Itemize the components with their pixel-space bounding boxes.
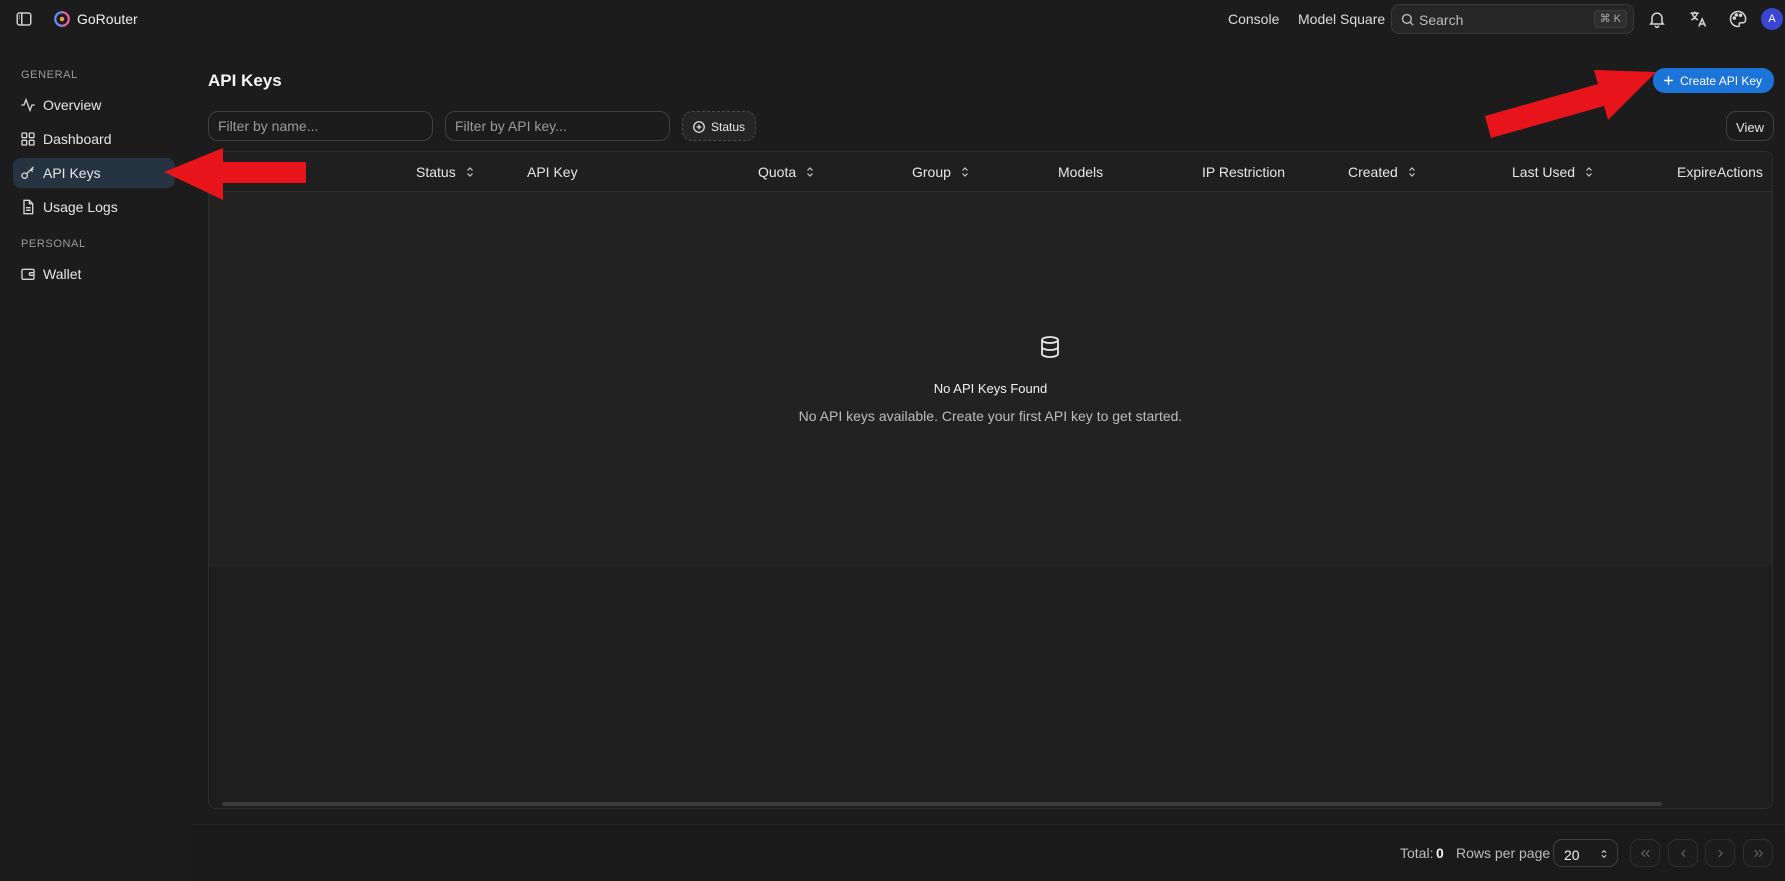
search-box[interactable]: Search ⌘ K bbox=[1391, 4, 1634, 34]
avatar[interactable]: A bbox=[1761, 8, 1783, 30]
first-page-button[interactable] bbox=[1630, 839, 1660, 867]
sidebar-toggle-icon[interactable] bbox=[15, 10, 33, 28]
key-icon bbox=[20, 165, 36, 181]
column-header-created[interactable]: Created bbox=[1348, 164, 1418, 180]
annotation-arrow-left bbox=[164, 148, 306, 200]
app-name[interactable]: GoRouter bbox=[77, 11, 138, 27]
column-header-models: Models bbox=[1058, 164, 1103, 180]
bell-icon[interactable] bbox=[1647, 9, 1667, 29]
rows-per-page-value: 20 bbox=[1564, 847, 1580, 863]
column-label: API Key bbox=[527, 164, 578, 180]
translate-icon[interactable] bbox=[1688, 9, 1708, 29]
chevron-right-icon bbox=[1718, 849, 1724, 858]
section-label-personal: PERSONAL bbox=[21, 238, 86, 250]
chevrons-right-icon bbox=[1754, 849, 1764, 858]
previous-page-button[interactable] bbox=[1668, 839, 1698, 867]
view-options-label: View bbox=[1736, 120, 1764, 135]
gorouter-logo-icon bbox=[53, 10, 71, 28]
horizontal-scrollbar[interactable] bbox=[222, 802, 1662, 806]
column-label: Expire bbox=[1677, 164, 1717, 180]
empty-state-description: No API keys available. Create your first… bbox=[798, 408, 1183, 424]
status-filter-label: Status bbox=[711, 120, 746, 134]
sort-icon bbox=[464, 166, 476, 178]
column-label: Actions bbox=[1717, 164, 1763, 180]
status-filter-button[interactable]: Status bbox=[682, 111, 756, 141]
plus-icon bbox=[1662, 74, 1675, 87]
column-header-quota[interactable]: Quota bbox=[758, 164, 816, 180]
create-api-key-button[interactable]: Create API Key bbox=[1653, 68, 1774, 93]
filter-by-api-key-input[interactable] bbox=[445, 111, 670, 141]
plus-circle-icon bbox=[692, 120, 706, 134]
sort-icon bbox=[959, 166, 971, 178]
sidebar-item-usage-logs[interactable]: Usage Logs bbox=[13, 192, 175, 222]
column-label: Group bbox=[912, 164, 951, 180]
file-text-icon bbox=[20, 199, 36, 215]
api-keys-table: Status API Key Quota Group Models IP Res… bbox=[208, 151, 1773, 809]
sidebar-item-api-keys[interactable]: API Keys bbox=[13, 158, 175, 188]
console-link[interactable]: Console bbox=[1228, 11, 1279, 27]
database-icon bbox=[1038, 335, 1062, 359]
annotation-arrow-up-right bbox=[1485, 70, 1656, 138]
chevron-left-icon bbox=[1680, 849, 1686, 858]
total-label: Total: bbox=[1400, 845, 1434, 861]
total-count: 0 bbox=[1436, 845, 1444, 861]
rows-per-page-select[interactable]: 20 bbox=[1553, 839, 1618, 867]
column-label: IP Restriction bbox=[1202, 164, 1285, 180]
column-header-api-key: API Key bbox=[527, 164, 578, 180]
column-label: Created bbox=[1348, 164, 1398, 180]
search-placeholder: Search bbox=[1419, 12, 1464, 28]
create-api-key-label: Create API Key bbox=[1680, 74, 1763, 88]
sidebar-item-label: Usage Logs bbox=[43, 199, 118, 215]
palette-icon[interactable] bbox=[1728, 9, 1748, 29]
sort-icon bbox=[1583, 166, 1595, 178]
sort-icon bbox=[1406, 166, 1418, 178]
chevrons-up-down-icon bbox=[1599, 848, 1609, 860]
wallet-icon bbox=[20, 266, 36, 282]
column-header-actions: Actions bbox=[1717, 164, 1763, 180]
filter-by-name-input[interactable] bbox=[208, 111, 433, 141]
sort-icon bbox=[804, 166, 816, 178]
column-label: Models bbox=[1058, 164, 1104, 180]
column-label: Status bbox=[416, 164, 456, 180]
column-header-group[interactable]: Group bbox=[912, 164, 971, 180]
sidebar-item-label: Dashboard bbox=[43, 131, 112, 147]
sidebar-item-overview[interactable]: Overview bbox=[13, 90, 175, 120]
column-header-expire: Expire bbox=[1677, 164, 1717, 180]
column-label: Last Used bbox=[1512, 164, 1576, 180]
empty-state-title: No API Keys Found bbox=[933, 381, 1048, 396]
column-header-ip-restriction: IP Restriction bbox=[1202, 164, 1285, 180]
next-page-button[interactable] bbox=[1705, 839, 1735, 867]
sidebar-item-label: Overview bbox=[43, 97, 102, 113]
view-options-button[interactable]: View bbox=[1726, 111, 1774, 141]
sidebar-item-label: Wallet bbox=[43, 266, 82, 282]
model-square-link[interactable]: Model Square bbox=[1298, 11, 1385, 27]
top-bar: GoRouter Console Model Square Search ⌘ K… bbox=[0, 0, 1785, 38]
activity-icon bbox=[20, 97, 36, 113]
column-header-status[interactable]: Status bbox=[416, 164, 476, 180]
search-shortcut-badge: ⌘ K bbox=[1593, 10, 1627, 28]
last-page-button[interactable] bbox=[1743, 839, 1773, 867]
empty-state: No API Keys Found No API keys available.… bbox=[209, 192, 1772, 567]
search-icon bbox=[1400, 12, 1415, 27]
section-label-general: GENERAL bbox=[21, 69, 78, 81]
table-header: Status API Key Quota Group Models IP Res… bbox=[209, 152, 1772, 192]
grid-icon bbox=[20, 131, 36, 147]
sidebar-item-dashboard[interactable]: Dashboard bbox=[13, 124, 175, 154]
column-header-last-used[interactable]: Last Used bbox=[1512, 164, 1595, 180]
sidebar-item-label: API Keys bbox=[43, 165, 101, 181]
rows-per-page-label: Rows per page bbox=[1456, 845, 1551, 861]
page-title: API Keys bbox=[208, 71, 282, 90]
sidebar-item-wallet[interactable]: Wallet bbox=[13, 259, 175, 289]
chevrons-left-icon bbox=[1640, 849, 1650, 858]
column-label: Quota bbox=[758, 164, 797, 180]
